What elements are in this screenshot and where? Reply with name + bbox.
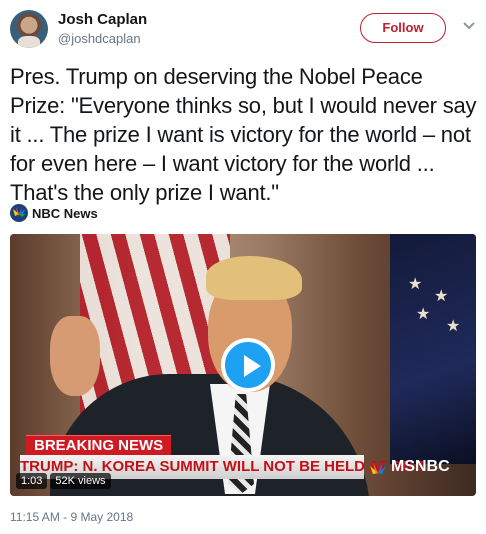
tweet-text: Pres. Trump on deserving the Nobel Peace… [10,64,477,205]
speaker-hand [50,316,100,396]
presidential-flag: ★ ★ ★ ★ [390,234,476,464]
video-player[interactable]: ★ ★ ★ ★ BREAKING NEWS TRUMP: N. KOREA SU… [10,234,476,496]
network-label: MSNBC [391,458,450,475]
play-icon[interactable] [221,338,275,392]
tweet-header: Josh Caplan @joshdcaplan Follow [10,10,476,54]
source-attribution[interactable]: NBC News [10,204,98,222]
avatar[interactable] [10,10,48,48]
video-meta: 1:03 52K views [16,473,111,489]
network-logo: MSNBC [368,454,450,480]
breaking-news-banner: BREAKING NEWS [26,435,172,455]
speaker-hair [206,256,302,300]
video-views: 52K views [50,473,111,489]
chevron-down-icon[interactable] [462,18,476,32]
author-name[interactable]: Josh Caplan [58,11,147,28]
tweet-timestamp[interactable]: 11:15 AM - 9 May 2018 [10,510,133,524]
source-label: NBC News [32,205,98,221]
msnbc-peacock-icon [370,461,386,474]
video-duration: 1:03 [16,473,48,489]
author-handle[interactable]: @joshdcaplan [58,31,141,46]
follow-button[interactable]: Follow [360,13,446,43]
nbc-peacock-icon [10,204,28,222]
